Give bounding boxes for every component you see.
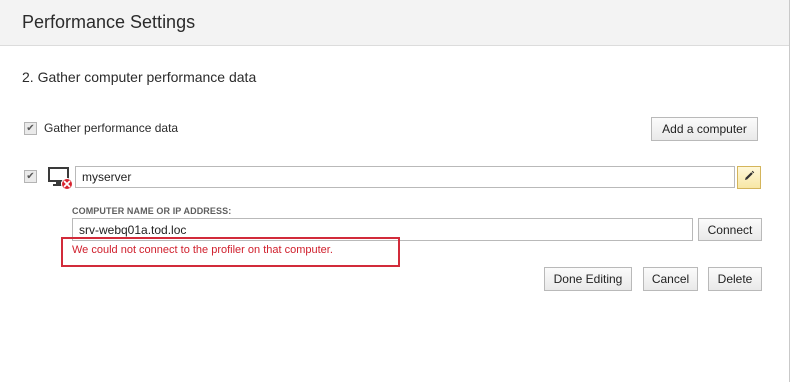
checkmark-icon: ✔ [26, 122, 35, 134]
titlebar: Performance Settings [0, 0, 789, 46]
done-editing-button[interactable]: Done Editing [544, 267, 632, 291]
computer-error-icon [48, 166, 74, 190]
window-title: Performance Settings [22, 12, 196, 32]
delete-button[interactable]: Delete [708, 267, 762, 291]
computer-row-checkbox[interactable]: ✔ [24, 170, 37, 183]
gather-performance-label: Gather performance data [44, 121, 179, 135]
add-computer-button[interactable]: Add a computer [651, 117, 758, 141]
computer-name-field[interactable]: myserver [75, 166, 735, 188]
connect-button[interactable]: Connect [698, 218, 762, 241]
computer-address-label: COMPUTER NAME OR IP ADDRESS: [72, 206, 232, 216]
pencil-icon [743, 169, 755, 187]
connection-error-message: We could not connect to the profiler on … [72, 244, 333, 256]
cancel-button[interactable]: Cancel [643, 267, 698, 291]
edit-computer-button[interactable] [737, 166, 761, 189]
checkmark-icon: ✔ [26, 170, 35, 182]
gather-performance-checkbox[interactable]: ✔ [24, 122, 37, 135]
section-heading: 2. Gather computer performance data [22, 69, 257, 85]
performance-settings-window: Performance Settings 2. Gather computer … [0, 0, 790, 382]
